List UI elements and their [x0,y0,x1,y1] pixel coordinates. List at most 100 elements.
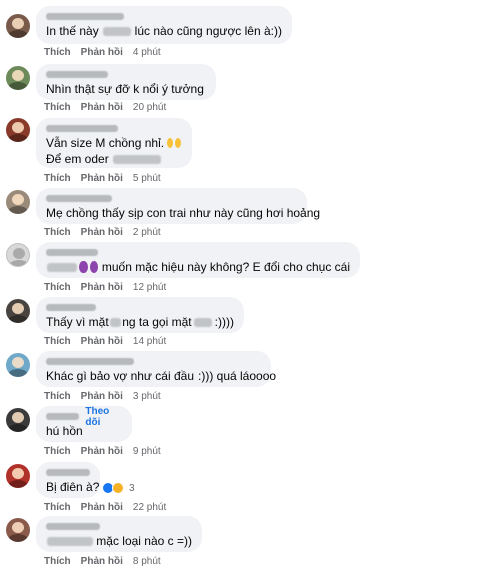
redacted-text [47,536,94,546]
comment-text-part: Thấy vì mặt [46,315,109,329]
comment-text: Để em oder [46,151,182,167]
avatar[interactable] [6,118,30,142]
comment-text: Mẹ chồng thấy sịp con trai như này cũng … [46,205,320,221]
like-button[interactable]: Thích [44,336,71,347]
comment-text-part: Bị điên à? [46,480,100,494]
comment-text: mặc loại nào c =)) [46,533,192,549]
author-name[interactable] [46,195,112,202]
author-name[interactable] [46,13,124,20]
avatar[interactable] [6,299,30,323]
redacted-text [109,317,122,327]
comment-thread: In thế này lúc nào cũng ngược lên à:)) T… [0,0,499,574]
smile-emoji-icon [167,138,174,148]
avatar[interactable] [6,353,30,377]
comment-text-line: Để em oder [46,152,109,166]
avatar[interactable] [6,243,30,267]
like-button[interactable]: Thích [44,502,71,513]
like-button[interactable]: Thích [44,47,71,58]
reply-button[interactable]: Phản hồi [81,446,123,457]
avatar[interactable] [6,66,30,90]
comment-text-part: lúc nào cũng ngược lên à:)) [134,24,282,38]
comment-bubble: Vẫn size M chồng nhỉ. Để em oder [36,118,192,168]
reaction-summary[interactable]: 3 [102,482,135,494]
timestamp[interactable]: 12 phút [133,282,166,293]
smile-emoji-icon [175,138,181,148]
comment-actions: Thích Phản hồi 5 phút [44,173,161,184]
comment-text-part: mặc loại nào c =)) [96,534,192,548]
avatar[interactable] [6,464,30,488]
author-name[interactable] [46,523,100,530]
comment-text-part: Nhìn thật sự đỡ k nổi ý tưởng [46,82,204,96]
like-button[interactable]: Thích [44,446,71,457]
reply-button[interactable]: Phản hồi [81,173,123,184]
comment-text-part: :)))) [214,315,234,329]
comment-text: Bị điên à? [46,479,99,495]
avatar[interactable] [6,518,30,542]
timestamp[interactable]: 20 phút [133,102,166,113]
like-button[interactable]: Thích [44,282,71,293]
reply-button[interactable]: Phản hồi [81,47,123,58]
reply-button[interactable]: Phản hồi [81,336,123,347]
scroll-fade [0,566,499,574]
reaction-count: 3 [129,482,135,494]
reply-button[interactable]: Phản hồi [81,391,123,402]
avatar[interactable] [6,14,30,38]
follow-button[interactable]: Theo dõi [85,406,122,428]
author-name[interactable] [46,358,134,365]
comment-text: Thấy vì mặt ng ta gọi mặt :)))) [46,314,234,330]
comment-bubble: Theo dõi hú hồn [36,406,132,442]
timestamp[interactable]: 5 phút [133,173,161,184]
timestamp[interactable]: 22 phút [133,502,166,513]
like-button[interactable]: Thích [44,227,71,238]
timestamp[interactable]: 4 phút [133,47,161,58]
comment-text-part: :))) quá láoooo [198,369,277,383]
author-name[interactable] [46,469,90,476]
comment-text: Khác gì bảo vợ như cái đầu :))) quá láoo… [46,368,276,384]
comment-actions: Thích Phản hồi 12 phút [44,282,166,293]
comment-bubble: mặc loại nào c =)) [36,516,202,552]
comment-text-part: Khác gì bảo vợ như cái đầu [46,369,194,383]
comment-text-part: In thế này [46,24,99,38]
redacted-text [112,154,161,164]
haha-reaction-icon [112,482,124,494]
reply-button[interactable]: Phản hồi [81,102,123,113]
comment-bubble: Khác gì bảo vợ như cái đầu :))) quá láoo… [36,351,276,387]
comment-actions: Thích Phản hồi 22 phút [44,502,166,513]
comment-text-part: Mẹ chồng thấy sịp con trai như này cũng … [46,206,321,220]
comment-text: Vẫn size M chồng nhỉ. [46,135,182,151]
timestamp[interactable]: 9 phút [133,446,161,457]
comment-bubble: Bị điên à? [36,462,100,498]
comment-bubble: muốn mặc hiệu này không? E đổi cho chục … [36,242,360,278]
author-name[interactable] [46,304,96,311]
comment-actions: Thích Phản hồi 9 phút [44,446,161,457]
redacted-text [47,262,78,272]
like-button[interactable]: Thích [44,391,71,402]
redacted-text [102,26,131,36]
reply-button[interactable]: Phản hồi [81,227,123,238]
comment-actions: Thích Phản hồi 14 phút [44,336,166,347]
reply-button[interactable]: Phản hồi [81,282,123,293]
like-button[interactable]: Thích [44,173,71,184]
comment-text: Nhìn thật sự đỡ k nổi ý tưởng [46,81,206,97]
comment-actions: Thích Phản hồi 20 phút [44,102,166,113]
author-name[interactable] [46,413,80,420]
like-button[interactable]: Thích [44,102,71,113]
comment-text-part: ng ta gọi mặt [122,315,192,329]
author-name[interactable] [46,71,108,78]
comment-bubble: Thấy vì mặt ng ta gọi mặt :)))) [36,297,244,333]
comment-bubble: Mẹ chồng thấy sịp con trai như này cũng … [36,188,320,224]
comment-actions: Thích Phản hồi 3 phút [44,391,161,402]
comment-actions: Thích Phản hồi 2 phút [44,227,161,238]
avatar[interactable] [6,190,30,214]
timestamp[interactable]: 2 phút [133,227,161,238]
author-name[interactable] [46,249,98,256]
comment-text-part: hú hồn [46,424,83,438]
reply-button[interactable]: Phản hồi [81,502,123,513]
timestamp[interactable]: 14 phút [133,336,166,347]
redacted-text [193,317,212,327]
avatar[interactable] [6,408,30,432]
timestamp[interactable]: 3 phút [133,391,161,402]
author-name[interactable] [46,125,118,132]
devil-emoji-icon [89,261,98,273]
comment-bubble: In thế này lúc nào cũng ngược lên à:)) [36,6,292,44]
